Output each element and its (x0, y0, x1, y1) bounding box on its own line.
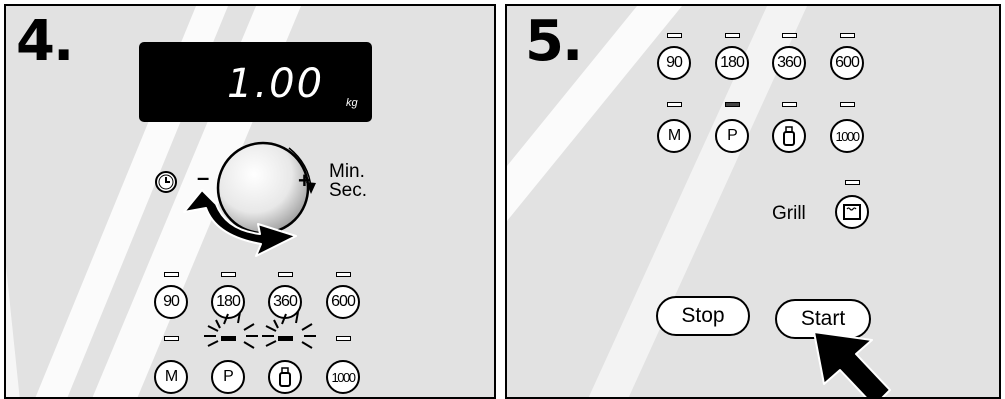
program-p-button[interactable]: P (715, 119, 749, 153)
led-m (667, 102, 682, 107)
microwave-m-button[interactable]: M (657, 119, 691, 153)
power-180-button[interactable]: 180 (715, 46, 749, 80)
led-90 (667, 33, 682, 38)
weight-icon (783, 126, 795, 146)
power-1000-button[interactable]: 1000 (326, 360, 360, 394)
led-180 (725, 33, 740, 38)
led-p (725, 102, 740, 107)
dial-label-sec: Sec. (329, 180, 368, 201)
dial-minus: – (197, 165, 210, 190)
step-number: 4. (16, 9, 74, 74)
step-5-panel: 5. 90 180 360 600 M P 1000 Grill Stop St… (505, 4, 1001, 399)
led-180 (221, 272, 236, 277)
display-unit: kg (346, 97, 358, 109)
power-1000-button[interactable]: 1000 (830, 119, 864, 153)
power-90-button[interactable]: 90 (657, 46, 691, 80)
step-number: 5. (525, 9, 583, 74)
led-600 (336, 272, 351, 277)
stop-button[interactable]: Stop (656, 296, 750, 336)
led-90 (164, 272, 179, 277)
led-360 (782, 33, 797, 38)
grill-icon (843, 204, 861, 220)
power-360-button[interactable]: 360 (772, 46, 806, 80)
led-m (164, 336, 179, 341)
led-600 (840, 33, 855, 38)
weight-display: 1.00 kg (139, 42, 372, 122)
led-360 (278, 272, 293, 277)
led-weight (782, 102, 797, 107)
led-1000 (336, 336, 351, 341)
flashing-rays-icon (204, 311, 316, 349)
power-600-button[interactable]: 600 (830, 46, 864, 80)
program-p-button[interactable]: P (211, 360, 245, 394)
clock-icon[interactable] (154, 170, 178, 194)
grill-label: Grill (772, 203, 806, 224)
weight-button[interactable] (268, 360, 302, 394)
weight-button[interactable] (772, 119, 806, 153)
led-1000 (840, 102, 855, 107)
microwave-m-button[interactable]: M (154, 360, 188, 394)
display-value: 1.00 (227, 61, 325, 107)
step-4-panel: 4. 1.00 kg – + Min. Sec. 90 180 360 600 … (4, 4, 496, 399)
turn-arrow-icon (183, 189, 297, 257)
grill-button[interactable] (835, 195, 869, 229)
pointer-arrow-icon (813, 331, 891, 397)
power-90-button[interactable]: 90 (154, 285, 188, 319)
led-grill (845, 180, 860, 185)
dial-label-min: Min. (329, 161, 365, 182)
weight-icon (279, 367, 291, 387)
